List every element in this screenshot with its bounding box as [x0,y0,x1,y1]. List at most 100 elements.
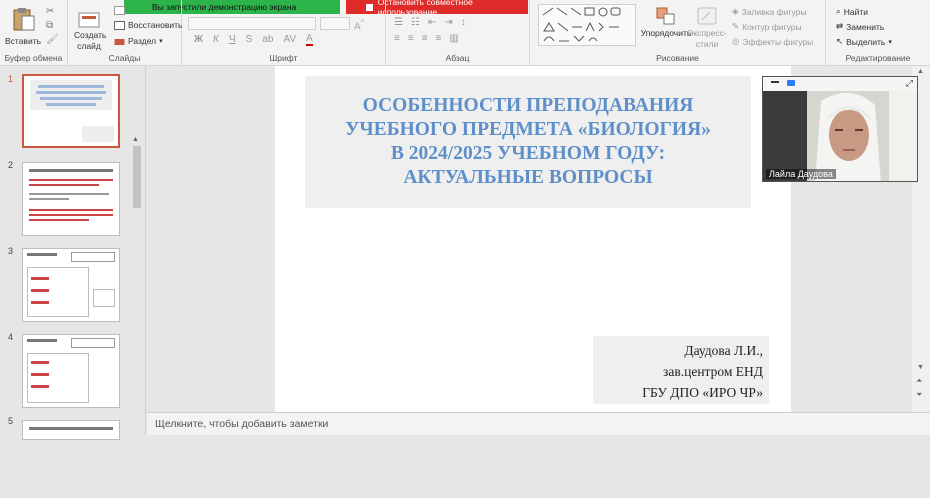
clipboard-group: Вставить ✂ ⧉ 🖌 Буфер обмена [0,0,68,66]
camera-icon[interactable] [787,80,795,86]
font-color-icon[interactable]: A [306,33,313,46]
video-call-window[interactable]: ⤢ Лайла Даудова [762,76,918,182]
title-line: ОСОБЕННОСТИ ПРЕПОДАВАНИЯ [362,95,694,116]
slide-title-placeholder[interactable]: ОСОБЕННОСТИ ПРЕПОДАВАНИЯ УЧЕБНОГО ПРЕДМЕ… [305,76,751,208]
scroll-up-icon[interactable]: ▲ [132,136,139,143]
indent-decrease-icon[interactable]: ⇤ [428,17,436,28]
slides-group: Создать слайд Восстановить Раздел ▾ Слай… [68,0,182,66]
find-label: Найти [843,6,869,17]
shape-fill-button[interactable]: ◈ Заливка фигуры [732,6,806,17]
font-group-label: Шрифт [269,53,298,63]
thumb-number: 3 [8,246,14,256]
drawing-group-label: Рисование [656,53,699,63]
scroll-down-icon[interactable]: ▼ [917,364,924,371]
reset-label: Восстановить [128,20,183,30]
section-icon [114,38,125,45]
font-name-box[interactable] [188,17,316,30]
underline-button[interactable]: Ч [229,34,236,45]
bullets-icon[interactable]: ☰ [394,17,403,28]
thumbnails-scrollbar[interactable]: ▲ [132,136,142,498]
editing-group: ⌕ Найти ⇄ Заменить ↖ Выделить ▾ Редактир… [826,0,930,66]
effects-icon: ◎ [732,36,740,46]
title-line: УЧЕБНОГО ПРЕДМЕТА «БИОЛОГИЯ» [345,119,711,140]
chevron-down-icon: ▾ [888,38,892,46]
slides-group-label: Слайды [108,53,141,63]
paragraph-group: ☰ ☷ ⇤ ⇥ ↕ ≡ ≡ ≡ ≡ ▥ Абзац [386,0,530,66]
bold-button[interactable]: Ж [194,34,203,45]
spacing-button[interactable]: AV [283,34,296,45]
section-label: Раздел [128,36,157,46]
new-slide-icon [78,12,100,28]
author-placeholder[interactable]: Даудова Л.И., зав.центром ЕНД ГБУ ДПО «И… [593,336,769,404]
find-button[interactable]: ⌕ Найти [836,6,868,17]
arrange-icon [656,7,675,25]
author-line: Даудова Л.И., [684,343,763,358]
expand-icon[interactable]: ⤢ [906,78,913,89]
strikethrough-button[interactable]: S [246,34,253,45]
scroll-up-icon[interactable]: ▲ [917,68,924,75]
slide-thumbnail-3[interactable] [22,248,120,322]
cut-icon[interactable]: ✂ [46,6,54,17]
italic-button[interactable]: К [213,34,219,45]
thumb-number: 4 [8,332,14,342]
fill-icon: ◈ [732,6,739,16]
layout-button[interactable] [114,6,125,15]
list-row: ☰ ☷ ⇤ ⇥ ↕ [394,17,466,28]
paste-button[interactable]: Вставить [4,6,42,46]
layout-icon [114,6,125,15]
paste-icon [13,8,35,31]
reset-icon [114,20,125,30]
section-button[interactable]: Раздел ▾ [114,36,163,46]
replace-icon: ⇄ [836,21,844,31]
search-icon: ⌕ [836,6,841,16]
paragraph-group-label: Абзац [445,53,470,63]
cursor-icon: ↖ [836,36,844,46]
font-size-box[interactable] [320,17,350,30]
align-row: ≡ ≡ ≡ ≡ ▥ [394,33,459,44]
grow-font-icon[interactable]: A^ [354,17,365,32]
slide-thumbnail-1[interactable] [22,74,120,148]
new-slide-label: Создать слайд [74,30,107,51]
shape-outline-button[interactable]: ✎ Контур фигуры [732,21,802,32]
replace-button[interactable]: ⇄ Заменить [836,21,884,32]
select-button[interactable]: ↖ Выделить ▾ [836,36,892,47]
shadow-button[interactable]: аb [262,34,273,45]
reset-button[interactable]: Восстановить [114,20,182,30]
shape-effects-button[interactable]: ◎ Эффекты фигуры [732,36,813,47]
copy-icon[interactable]: ⧉ [46,20,53,31]
previous-slide-icon[interactable]: ⏶ [916,376,922,386]
notes-pane[interactable]: Щелкните, чтобы добавить заметки [147,412,930,435]
font-group: A^ Ж К Ч S аb AV A Шрифт [182,0,386,66]
align-right-icon[interactable]: ≡ [422,33,428,44]
editing-group-label: Редактирование [845,53,911,63]
slide-thumbnail-5[interactable] [22,420,120,440]
author-line: зав.центром ЕНД [663,364,763,379]
align-left-icon[interactable]: ≡ [394,33,400,44]
columns-icon[interactable]: ▥ [449,33,458,44]
slide-thumbnail-4[interactable] [22,334,120,408]
quick-styles-button[interactable]: Экспресс-стили [684,6,730,50]
chevron-down-icon: ▾ [159,38,163,45]
current-slide[interactable]: ОСОБЕННОСТИ ПРЕПОДАВАНИЯ УЧЕБНОГО ПРЕДМЕ… [275,66,791,412]
next-slide-icon[interactable]: ⏷ [916,390,922,400]
thumb-number: 5 [8,416,14,426]
scrollbar-thumb[interactable] [133,146,141,208]
minimize-icon[interactable] [771,81,779,83]
outline-icon: ✎ [732,21,740,31]
line-spacing-icon[interactable]: ↕ [461,17,466,28]
align-center-icon[interactable]: ≡ [408,33,414,44]
replace-label: Заменить [846,21,885,32]
select-label: Выделить [846,36,886,47]
slide-thumbnail-2[interactable] [22,162,120,236]
ribbon: Вы запустили демонстрацию экрана Останов… [0,0,930,66]
format-painter-icon[interactable]: 🖌 [46,34,59,45]
justify-icon[interactable]: ≡ [436,33,442,44]
numbering-icon[interactable]: ☷ [411,17,420,28]
paste-label: Вставить [4,36,42,46]
indent-increase-icon[interactable]: ⇥ [444,17,452,28]
quick-styles-label: Экспресс-стили [687,28,727,49]
new-slide-button[interactable]: Создать слайд [74,12,107,52]
shape-outline-label: Контур фигуры [742,21,802,32]
shapes-gallery[interactable] [538,4,636,46]
slide-title: ОСОБЕННОСТИ ПРЕПОДАВАНИЯ УЧЕБНОГО ПРЕДМЕ… [345,94,711,190]
